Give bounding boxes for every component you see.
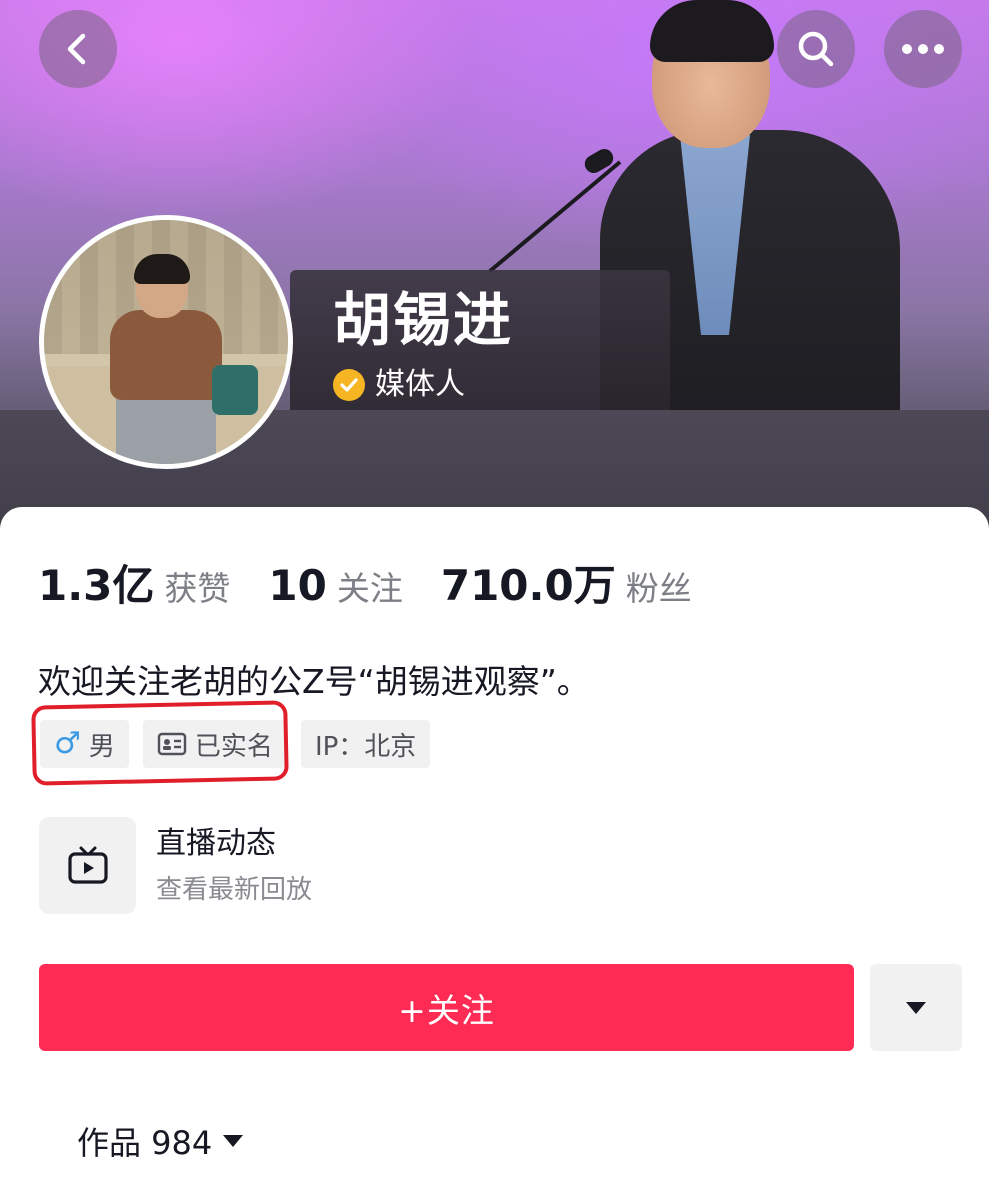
live-icon-tile (39, 817, 136, 914)
ip-location-tag: IP：北京 (300, 720, 431, 768)
caret-down-icon (223, 1135, 244, 1147)
profile-bio: 欢迎关注老胡的公Z号“胡锡进观察”。 (38, 662, 590, 701)
live-subtitle: 查看最新回放 (156, 874, 313, 905)
verified-label: 媒体人 (375, 367, 465, 402)
stat-likes-value: 1.3亿 (38, 561, 155, 610)
profile-name: 胡锡进 (333, 286, 514, 354)
stat-followers-value: 710.0万 (440, 561, 616, 610)
stat-followers-label: 粉丝 (625, 569, 692, 608)
avatar[interactable] (39, 215, 293, 469)
more-horizontal-icon (902, 44, 944, 54)
back-button[interactable] (39, 10, 117, 88)
works-label: 作品 984 (77, 1124, 213, 1162)
live-title: 直播动态 (156, 825, 276, 861)
works-tab[interactable]: 作品 984 (77, 1118, 244, 1164)
stats-row: 1.3亿 获赞 10 关注 710.0万 粉丝 (38, 552, 730, 613)
stat-following[interactable]: 10 关注 (268, 561, 402, 610)
stat-likes[interactable]: 1.3亿 获赞 (38, 552, 230, 613)
verified-check-icon (333, 369, 365, 401)
stat-likes-label: 获赞 (164, 569, 231, 608)
more-button[interactable] (884, 10, 962, 88)
live-replay-entry[interactable]: 直播动态 查看最新回放 (39, 817, 312, 914)
verified-badge-row: 媒体人 (333, 365, 465, 405)
search-button[interactable] (777, 10, 855, 88)
follow-options-button[interactable] (870, 964, 962, 1051)
red-annotation-circle (31, 700, 289, 786)
stat-following-label: 关注 (336, 569, 403, 608)
stat-following-value: 10 (268, 561, 327, 610)
stat-followers[interactable]: 710.0万 粉丝 (441, 552, 692, 613)
caret-down-icon (906, 1001, 926, 1014)
ip-location-label: IP：北京 (314, 731, 417, 762)
tv-play-icon (67, 846, 108, 884)
follow-button[interactable]: +关注 (39, 964, 854, 1051)
chevron-left-icon (67, 33, 86, 65)
search-icon (798, 31, 834, 67)
